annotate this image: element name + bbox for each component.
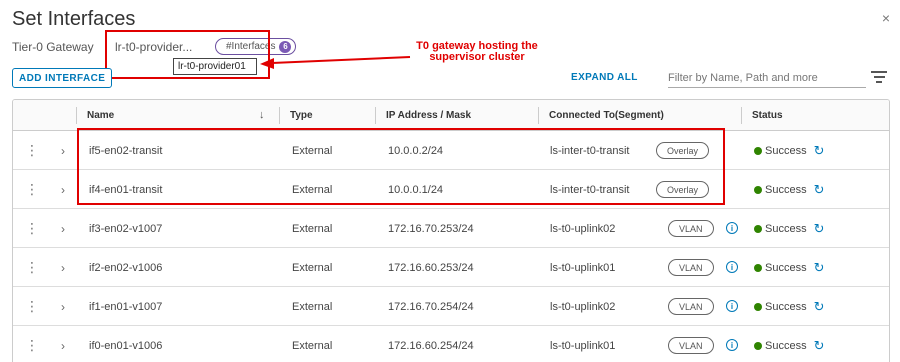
cell-segment[interactable]: ls-t0-uplink01 [550, 248, 615, 287]
success-dot-icon [754, 185, 762, 194]
refresh-icon[interactable]: ↻ [814, 221, 825, 237]
row-expand-chevron-icon[interactable]: › [56, 170, 70, 209]
status-text: Success [765, 183, 807, 196]
interfaces-count: 6 [279, 40, 292, 53]
row-expand-chevron-icon[interactable]: › [56, 248, 70, 287]
annotation-arrow-icon [260, 56, 411, 69]
table-row[interactable]: ⋮ › if0-en01-v1006 External 172.16.60.254/24… [13, 326, 889, 362]
cell-status: Success ↻ [754, 170, 824, 209]
cell-status: Success ↻ [754, 287, 824, 326]
cell-type: External [292, 300, 333, 313]
filter-input[interactable] [668, 68, 866, 88]
cell-status: Success ↻ [754, 326, 824, 362]
add-interface-button[interactable]: ADD INTERFACE [12, 68, 113, 88]
cell-type: External [292, 339, 333, 352]
info-icon[interactable]: i [726, 222, 738, 234]
refresh-icon[interactable]: ↻ [814, 299, 825, 315]
table-row[interactable]: ⋮ › if3-en02-v1007 External 172.16.70.253/24… [13, 209, 889, 248]
refresh-icon[interactable]: ↻ [814, 182, 825, 198]
success-dot-icon [754, 302, 762, 311]
row-actions-kebab-icon[interactable]: ⋮ [25, 131, 39, 170]
row-expand-chevron-icon[interactable]: › [56, 131, 70, 170]
success-dot-icon [754, 224, 762, 233]
cell-name: if3-en02-v1007 [89, 222, 163, 235]
cell-ip: 172.16.60.253/24 [388, 261, 474, 274]
expand-all-link[interactable]: EXPAND ALL [571, 72, 638, 83]
cell-ip: 172.16.70.254/24 [388, 300, 474, 313]
status-text: Success [765, 222, 807, 235]
success-dot-icon [754, 263, 762, 272]
cell-name: if2-en02-v1006 [89, 261, 163, 274]
cell-name: if0-en01-v1006 [89, 339, 163, 352]
segment-type-badge: VLAN [668, 259, 714, 276]
column-header-segment[interactable]: Connected To(Segment) [539, 100, 664, 131]
cell-status: Success ↻ [754, 131, 824, 170]
row-actions-kebab-icon[interactable]: ⋮ [25, 287, 39, 326]
refresh-icon[interactable]: ↻ [814, 260, 825, 276]
row-actions-kebab-icon[interactable]: ⋮ [25, 170, 39, 209]
success-dot-icon [754, 146, 762, 155]
segment-type-badge: VLAN [668, 220, 714, 237]
cell-segment[interactable]: ls-t0-uplink02 [550, 209, 615, 248]
cell-type: External [292, 261, 333, 274]
status-text: Success [765, 261, 807, 274]
table-row[interactable]: ⋮ › if2-en02-v1006 External 172.16.60.253/24… [13, 248, 889, 287]
info-icon[interactable]: i [726, 300, 738, 312]
refresh-icon[interactable]: ↻ [814, 338, 825, 354]
table-row[interactable]: ⋮ › if1-en01-v1007 External 172.16.70.254/24… [13, 287, 889, 326]
row-expand-chevron-icon[interactable]: › [56, 287, 70, 326]
cell-segment[interactable]: ls-t0-uplink02 [550, 287, 615, 326]
cell-status: Success ↻ [754, 209, 824, 248]
cell-type: External [292, 222, 333, 235]
status-text: Success [765, 339, 807, 352]
status-text: Success [765, 300, 807, 313]
refresh-icon[interactable]: ↻ [814, 143, 825, 159]
info-icon[interactable]: i [726, 339, 738, 351]
table-header: Name ↓ Type IP Address / Mask Connected … [13, 100, 889, 131]
segment-type-badge: VLAN [668, 298, 714, 315]
column-header-type[interactable]: Type [280, 100, 313, 131]
status-text: Success [765, 144, 807, 157]
column-header-name[interactable]: Name [77, 100, 114, 131]
cell-ip: 172.16.60.254/24 [388, 339, 474, 352]
cell-status: Success ↻ [754, 248, 824, 287]
filter-lines-icon[interactable] [871, 71, 887, 83]
close-icon[interactable]: × [882, 10, 890, 26]
cell-name: if1-en01-v1007 [89, 300, 163, 313]
sort-down-icon[interactable]: ↓ [259, 109, 265, 121]
annotation-highlight-gateway [105, 30, 270, 79]
row-actions-kebab-icon[interactable]: ⋮ [25, 209, 39, 248]
cell-ip: 172.16.70.253/24 [388, 222, 474, 235]
cell-segment[interactable]: ls-t0-uplink01 [550, 326, 615, 362]
info-icon[interactable]: i [726, 261, 738, 273]
row-expand-chevron-icon[interactable]: › [56, 209, 70, 248]
annotation-text: T0 gateway hosting the supervisor cluste… [416, 40, 538, 63]
annotation-highlight-transit-rows [77, 128, 725, 205]
gateway-label: Tier-0 Gateway [12, 40, 94, 54]
column-header-status[interactable]: Status [742, 100, 783, 131]
row-expand-chevron-icon[interactable]: › [56, 326, 70, 362]
column-header-ip[interactable]: IP Address / Mask [376, 100, 471, 131]
dialog-title: Set Interfaces [12, 8, 136, 30]
segment-type-badge: VLAN [668, 337, 714, 354]
row-actions-kebab-icon[interactable]: ⋮ [25, 248, 39, 287]
success-dot-icon [754, 341, 762, 350]
row-actions-kebab-icon[interactable]: ⋮ [25, 326, 39, 362]
